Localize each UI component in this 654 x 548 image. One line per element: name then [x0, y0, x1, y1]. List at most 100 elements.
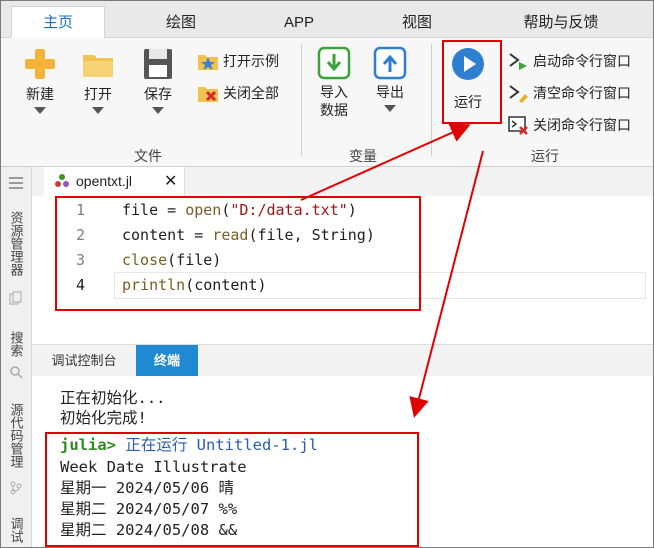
app-window: 主页 绘图 APP 视图 帮助与反馈 新建 打开 保存 打开示例 关闭全部 文件… [0, 0, 654, 548]
terminal-close-icon [508, 116, 528, 135]
code-token: (content) [185, 276, 267, 294]
import-arrow-icon [317, 46, 351, 80]
terminal-clear-icon [509, 85, 528, 103]
files-icon [9, 291, 22, 305]
chevron-down-icon [92, 107, 104, 114]
code-text: close(file) [122, 248, 221, 273]
open-label: 打开 [84, 86, 112, 102]
export-label: 导出 [376, 84, 404, 100]
terminal-output-line: 星期一 2024/05/06 晴 [60, 479, 234, 497]
line-number: 2 [76, 226, 86, 244]
code-text: content = read(file, String) [122, 223, 375, 248]
variable-group-label: 变量 [349, 148, 377, 164]
code-token: "D:/data.txt" [230, 201, 348, 219]
scm-label: 源代码管理 [8, 403, 24, 468]
clear-cmd-window-button[interactable]: 清空命令行窗口 [507, 82, 631, 104]
code-token: read [212, 226, 249, 244]
code-line[interactable]: 1 file = open("D:/data.txt") [32, 198, 632, 223]
import-label-2: 数据 [320, 102, 348, 118]
running-text: 正在运行 Untitled-1.jl [125, 436, 318, 454]
start-cmd-window-button[interactable]: 启动命令行窗口 [507, 50, 631, 72]
tab-debug-console[interactable]: 调试控制台 [32, 345, 136, 377]
explorer-label: 资源管理器 [8, 211, 24, 276]
ribbon-separator [431, 44, 432, 156]
sidebar-item-source-control[interactable]: 源代码管理 [7, 403, 25, 471]
tab-home[interactable]: 主页 [11, 6, 105, 39]
import-data-button[interactable]: 导入 数据 [311, 46, 357, 119]
code-token: println [122, 276, 186, 294]
open-example-label: 打开示例 [223, 53, 279, 69]
code-line[interactable]: 4 println(content) [32, 273, 632, 298]
code-token: open [185, 201, 222, 219]
folder-icon [83, 55, 113, 77]
close-cmd-window-button[interactable]: 关闭命令行窗口 [507, 114, 631, 136]
clear-cmd-label: 清空命令行窗口 [533, 85, 631, 101]
sidebar-item-search[interactable]: 搜索 [7, 331, 25, 360]
terminal-done-line: 初始化完成! [60, 409, 147, 427]
save-label: 保存 [144, 86, 172, 102]
chevron-down-icon [384, 105, 396, 112]
terminal-panel[interactable]: 正在初始化... 初始化完成! julia> 正在运行 Untitled-1.j… [32, 376, 653, 547]
terminal-init-line: 正在初始化... [60, 389, 166, 407]
import-label-1: 导入 [320, 84, 348, 100]
code-text: file = open("D:/data.txt") [122, 198, 357, 223]
search-label: 搜索 [8, 331, 24, 357]
code-token: file = [122, 201, 186, 219]
open-button[interactable]: 打开 [73, 46, 123, 114]
debug-label: 调试 [8, 517, 24, 543]
close-all-button[interactable]: 关闭全部 [197, 82, 279, 104]
file-tab-label: opentxt.jl [76, 173, 133, 189]
tab-app[interactable]: APP [259, 9, 339, 37]
terminal-prompt-line: julia> 正在运行 Untitled-1.jl [60, 435, 318, 455]
line-number: 4 [76, 276, 86, 294]
folder-star-icon [198, 55, 218, 70]
ribbon-separator [301, 44, 302, 156]
chevron-down-icon [34, 107, 46, 114]
code-line[interactable]: 3 close(file) [32, 248, 632, 273]
tab-help-feedback[interactable]: 帮助与反馈 [501, 9, 621, 37]
plus-icon [25, 49, 55, 79]
code-line[interactable]: 2 content = read(file, String) [32, 223, 632, 248]
tab-opentxt-jl[interactable]: opentxt.jl ✕ [44, 167, 185, 196]
panel-tabbar: 调试控制台 终端 [32, 344, 653, 377]
code-token: ) [347, 201, 357, 219]
julia-file-icon [55, 174, 69, 187]
sidebar-item-debug[interactable]: 调试 [7, 517, 25, 546]
run-label: 运行 [454, 94, 482, 110]
close-icon[interactable]: ✕ [164, 171, 177, 191]
tab-plot[interactable]: 绘图 [141, 9, 221, 37]
file-group-label: 文件 [134, 148, 162, 164]
terminal-output-line: 星期二 2024/05/07 %% [60, 500, 238, 518]
folder-close-icon [198, 87, 218, 102]
code-token: (file) [167, 251, 222, 269]
julia-prompt: julia> [60, 436, 116, 454]
sidebar-item-explorer[interactable]: 资源管理器 [7, 211, 25, 279]
open-example-button[interactable]: 打开示例 [197, 50, 279, 72]
save-button[interactable]: 保存 [133, 46, 183, 114]
ribbon-tabbar: 主页 绘图 APP 视图 帮助与反馈 [1, 1, 653, 39]
export-button[interactable]: 导出 [367, 46, 413, 112]
search-icon [10, 366, 23, 379]
new-label: 新建 [26, 86, 54, 102]
tab-view[interactable]: 视图 [377, 9, 457, 37]
line-number: 3 [76, 251, 86, 269]
run-group-label: 运行 [531, 148, 559, 164]
start-cmd-label: 启动命令行窗口 [533, 53, 631, 69]
code-text: println(content) [122, 273, 267, 298]
code-token: (file, String) [248, 226, 375, 244]
close-cmd-label: 关闭命令行窗口 [533, 117, 631, 133]
menu-icon[interactable] [9, 177, 23, 192]
code-editor[interactable]: 1 file = open("D:/data.txt") 2 content = re… [32, 196, 653, 344]
play-icon [452, 48, 484, 80]
chevron-down-icon [152, 107, 164, 114]
tab-terminal[interactable]: 终端 [136, 345, 198, 377]
ribbon-body: 新建 打开 保存 打开示例 关闭全部 文件 导入 数据 导出 变量 运行 启动命… [1, 38, 653, 167]
terminal-output-line: 星期二 2024/05/08 && [60, 521, 238, 539]
new-button[interactable]: 新建 [15, 46, 65, 114]
export-arrow-icon [373, 46, 407, 80]
run-button[interactable]: 运行 [445, 46, 491, 111]
close-all-label: 关闭全部 [223, 85, 279, 101]
line-number: 1 [76, 201, 86, 219]
code-token: content = [122, 226, 213, 244]
floppy-disk-icon [144, 49, 172, 79]
